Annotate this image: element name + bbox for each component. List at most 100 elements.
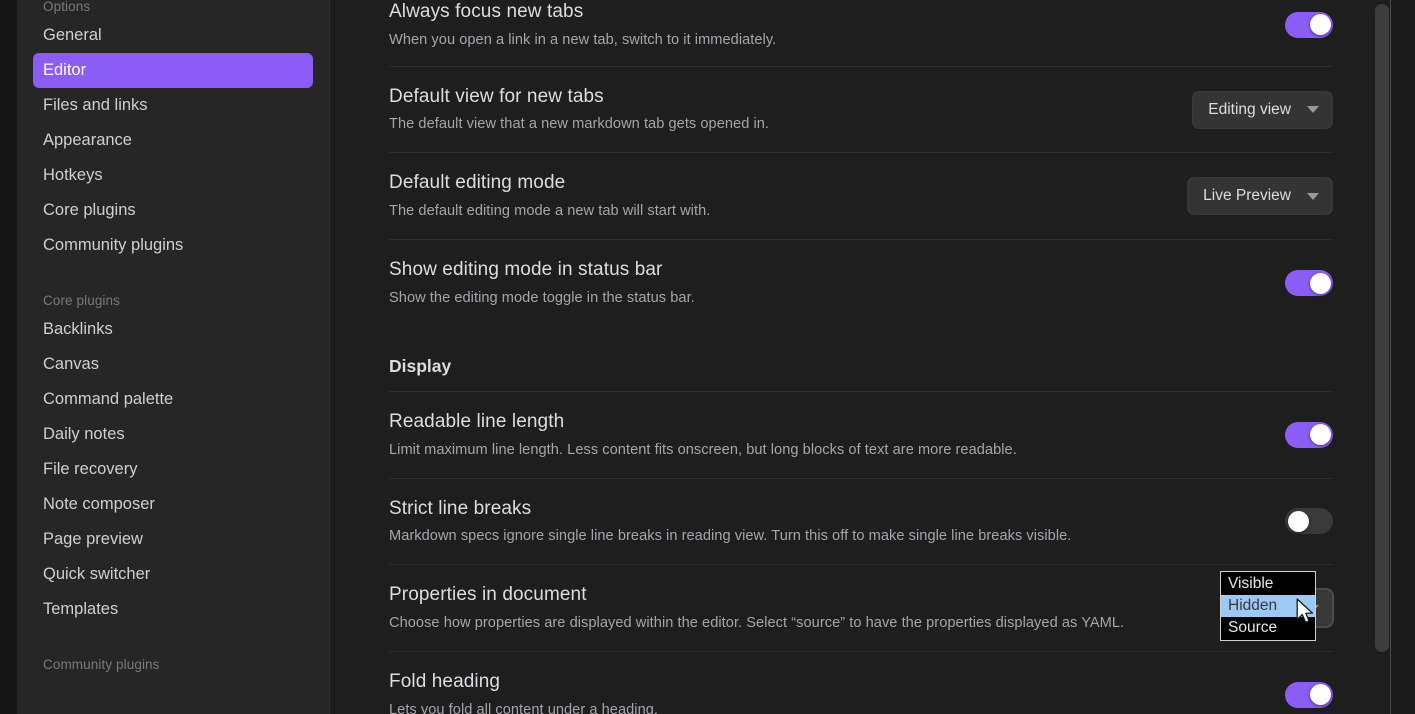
dropdown-option-source[interactable]: Source — [1221, 617, 1315, 639]
sidebar-item-page-preview[interactable]: Page preview — [33, 522, 313, 557]
setting-info: Always focus new tabs When you open a li… — [389, 0, 1253, 50]
setting-info: Fold heading Lets you fold all content u… — [389, 670, 1253, 714]
setting-show-editing-mode-in-status-bar: Show editing mode in status bar Show the… — [389, 239, 1333, 326]
sidebar-item-label: Hotkeys — [43, 166, 103, 185]
setting-control — [1273, 270, 1333, 297]
chevron-down-icon — [1307, 106, 1319, 114]
chevron-down-icon — [1307, 192, 1319, 200]
dropdown-options-properties-in-document[interactable]: Visible Hidden Source — [1220, 571, 1316, 641]
sidebar-item-label: Editor — [43, 61, 87, 80]
dropdown-default-view-for-new-tabs[interactable]: Editing view — [1192, 90, 1333, 129]
setting-name: Show editing mode in status bar — [389, 259, 663, 281]
setting-name: Default editing mode — [389, 172, 566, 194]
sidebar-item-appearance[interactable]: Appearance — [33, 123, 313, 158]
scrollbar-thumb[interactable] — [1375, 4, 1389, 652]
sidebar-item-community-plugins[interactable]: Community plugins — [33, 228, 313, 263]
sidebar-section-title-community-plugins: Community plugins — [43, 657, 160, 672]
setting-control: Live Preview — [1187, 177, 1333, 216]
settings-scrollbar[interactable] — [1375, 0, 1389, 714]
setting-info: Default editing mode The default editing… — [389, 171, 1167, 221]
sidebar-item-label: File recovery — [43, 460, 138, 479]
setting-control — [1273, 421, 1333, 448]
sidebar-item-label: Page preview — [43, 530, 143, 549]
toggle-knob — [1309, 684, 1331, 706]
toggle-knob — [1309, 272, 1331, 294]
window-right-gutter — [1391, 0, 1415, 714]
setting-control — [1273, 508, 1333, 535]
sidebar-item-templates[interactable]: Templates — [33, 592, 313, 627]
toggle-readable-line-length[interactable] — [1285, 421, 1333, 448]
toggle-knob — [1309, 424, 1331, 446]
setting-description: Lets you fold all content under a headin… — [389, 701, 659, 714]
settings-window: Options General Editor Files and links A… — [0, 0, 1415, 714]
setting-description: Markdown specs ignore single line breaks… — [389, 528, 1072, 545]
sidebar-item-quick-switcher[interactable]: Quick switcher — [33, 557, 313, 592]
setting-default-view-for-new-tabs: Default view for new tabs The default vi… — [389, 65, 1333, 153]
sidebar-item-core-plugins[interactable]: Core plugins — [33, 193, 313, 228]
sidebar-item-label: Files and links — [43, 96, 148, 115]
sidebar-item-hotkeys[interactable]: Hotkeys — [33, 158, 313, 193]
sidebar-item-label: Canvas — [43, 355, 99, 374]
setting-info: Readable line length Limit maximum line … — [389, 410, 1253, 460]
sidebar-item-files-and-links[interactable]: Files and links — [33, 88, 313, 123]
setting-strict-line-breaks: Strict line breaks Markdown specs ignore… — [389, 477, 1333, 565]
setting-description: The default view that a new markdown tab… — [389, 116, 770, 133]
dropdown-option-hidden[interactable]: Hidden — [1221, 595, 1315, 617]
sidebar-item-editor[interactable]: Editor — [33, 53, 313, 88]
sidebar-section-title-core-plugins: Core plugins — [43, 293, 120, 308]
setting-description: When you open a link in a new tab, switc… — [389, 31, 777, 48]
setting-properties-in-document: Properties in document Choose how proper… — [389, 564, 1333, 651]
setting-info: Strict line breaks Markdown specs ignore… — [389, 497, 1253, 547]
sidebar-item-label: Backlinks — [43, 320, 113, 339]
setting-default-editing-mode: Default editing mode The default editing… — [389, 152, 1333, 239]
dropdown-option-label: Visible — [1228, 575, 1274, 592]
sidebar-item-general[interactable]: General — [33, 18, 313, 53]
setting-info: Properties in document Choose how proper… — [389, 583, 1210, 633]
setting-description: The default editing mode a new tab will … — [389, 203, 711, 220]
setting-readable-line-length: Readable line length Limit maximum line … — [389, 390, 1333, 478]
setting-control: Editing view — [1192, 90, 1333, 129]
dropdown-default-editing-mode[interactable]: Live Preview — [1187, 177, 1333, 216]
sidebar-item-label: Command palette — [43, 390, 174, 409]
setting-always-focus-new-tabs: Always focus new tabs When you open a li… — [389, 0, 1333, 66]
dropdown-option-label: Source — [1228, 619, 1278, 636]
dropdown-value: Editing view — [1208, 100, 1291, 118]
sidebar-item-daily-notes[interactable]: Daily notes — [33, 417, 313, 452]
right-divider — [1390, 0, 1391, 714]
sidebar-item-label: Appearance — [43, 131, 132, 150]
setting-fold-heading: Fold heading Lets you fold all content u… — [389, 651, 1333, 714]
toggle-show-editing-mode-in-status-bar[interactable] — [1285, 270, 1333, 297]
settings-sidebar: Options General Editor Files and links A… — [17, 0, 330, 714]
setting-info: Default view for new tabs The default vi… — [389, 85, 1172, 135]
sidebar-item-command-palette[interactable]: Command palette — [33, 382, 313, 417]
dropdown-value: Live Preview — [1203, 187, 1291, 205]
sidebar-item-label: Quick switcher — [43, 565, 151, 584]
sidebar-item-label: Community plugins — [43, 236, 184, 255]
setting-name: Readable line length — [389, 410, 565, 432]
setting-name: Strict line breaks — [389, 497, 532, 519]
sidebar-item-backlinks[interactable]: Backlinks — [33, 312, 313, 347]
toggle-always-focus-new-tabs[interactable] — [1285, 11, 1333, 38]
toggle-strict-line-breaks[interactable] — [1285, 508, 1333, 535]
sidebar-item-label: Core plugins — [43, 201, 136, 220]
setting-name: Default view for new tabs — [389, 85, 604, 107]
dropdown-option-visible[interactable]: Visible — [1221, 573, 1315, 595]
sidebar-item-label: General — [43, 26, 102, 45]
toggle-fold-heading[interactable] — [1285, 681, 1333, 708]
sidebar-item-label: Daily notes — [43, 425, 125, 444]
sidebar-item-note-composer[interactable]: Note composer — [33, 487, 313, 522]
toggle-knob — [1309, 14, 1331, 36]
setting-control — [1273, 11, 1333, 38]
sidebar-item-file-recovery[interactable]: File recovery — [33, 452, 313, 487]
sidebar-item-canvas[interactable]: Canvas — [33, 347, 313, 382]
sidebar-item-label: Note composer — [43, 495, 155, 514]
setting-control — [1273, 681, 1333, 708]
setting-name: Always focus new tabs — [389, 1, 584, 22]
dropdown-option-label: Hidden — [1228, 597, 1278, 614]
toggle-knob — [1287, 510, 1309, 532]
window-left-gutter — [0, 0, 17, 714]
sidebar-section-title-options: Options — [43, 0, 91, 14]
setting-info: Show editing mode in status bar Show the… — [389, 258, 1253, 308]
